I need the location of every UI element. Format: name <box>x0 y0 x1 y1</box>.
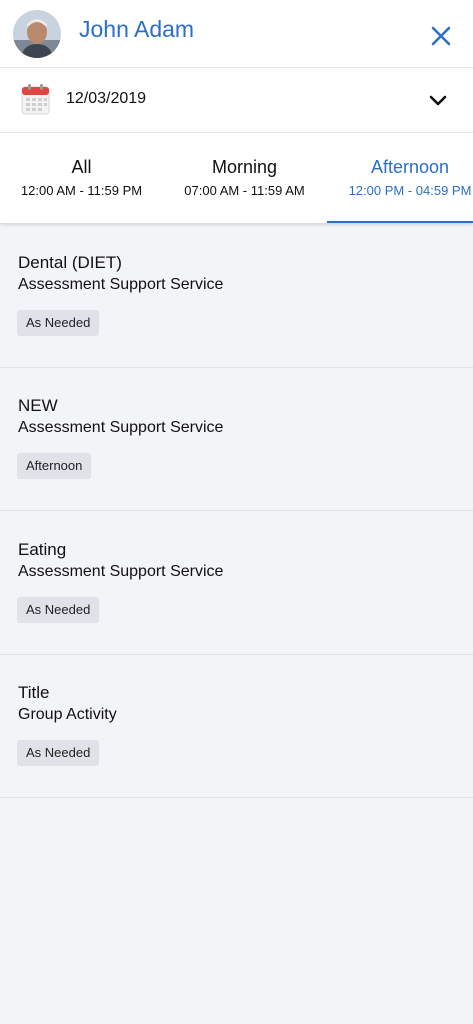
tab-label: Morning <box>211 157 278 177</box>
user-name: John Adam <box>79 16 195 42</box>
date-value: 12/03/2019 <box>66 90 147 107</box>
item-subtitle: Assessment Support Service <box>18 276 224 293</box>
frequency-badge: As Needed <box>17 740 100 766</box>
tab-morning[interactable]: Morning 07:00 AM - 11:59 AM <box>163 133 326 223</box>
item-subtitle: Group Activity <box>18 706 117 723</box>
close-button[interactable] <box>425 20 457 52</box>
user-photo-icon <box>13 10 61 58</box>
tab-time-range: 12:00 AM - 11:59 PM <box>20 183 143 198</box>
date-picker[interactable]: 12/03/2019 <box>0 68 473 133</box>
tab-all[interactable]: All 12:00 AM - 11:59 PM <box>0 133 163 223</box>
tab-label: All <box>71 157 92 177</box>
active-tab-indicator <box>327 221 473 223</box>
chevron-down-icon[interactable] <box>426 90 450 110</box>
list-item[interactable]: Eating Assessment Support Service As Nee… <box>0 512 473 655</box>
item-subtitle: Assessment Support Service <box>18 563 224 580</box>
avatar[interactable] <box>13 10 61 58</box>
list-item[interactable]: NEW Assessment Support Service Afternoon <box>0 368 473 511</box>
list-item[interactable]: Title Group Activity As Needed <box>0 655 473 798</box>
tab-afternoon[interactable]: Afternoon 12:00 PM - 04:59 PM <box>327 133 473 223</box>
item-title: Dental (DIET) <box>18 253 122 272</box>
time-tabs: All 12:00 AM - 11:59 PM Morning 07:00 AM… <box>0 133 473 223</box>
tab-time-range: 12:00 PM - 04:59 PM <box>348 183 472 198</box>
close-icon <box>431 26 451 46</box>
tab-time-range: 07:00 AM - 11:59 AM <box>184 183 305 198</box>
calendar-icon <box>21 84 50 115</box>
item-title: Title <box>18 683 50 702</box>
frequency-badge: Afternoon <box>17 453 92 479</box>
item-subtitle: Assessment Support Service <box>18 419 224 436</box>
item-title: NEW <box>18 396 58 415</box>
list-item[interactable]: Dental (DIET) Assessment Support Service… <box>0 225 473 368</box>
item-title: Eating <box>18 540 67 559</box>
tab-label: Afternoon <box>370 157 450 177</box>
header: John Adam <box>0 0 473 68</box>
frequency-badge: As Needed <box>17 597 100 623</box>
frequency-badge: As Needed <box>17 310 100 336</box>
